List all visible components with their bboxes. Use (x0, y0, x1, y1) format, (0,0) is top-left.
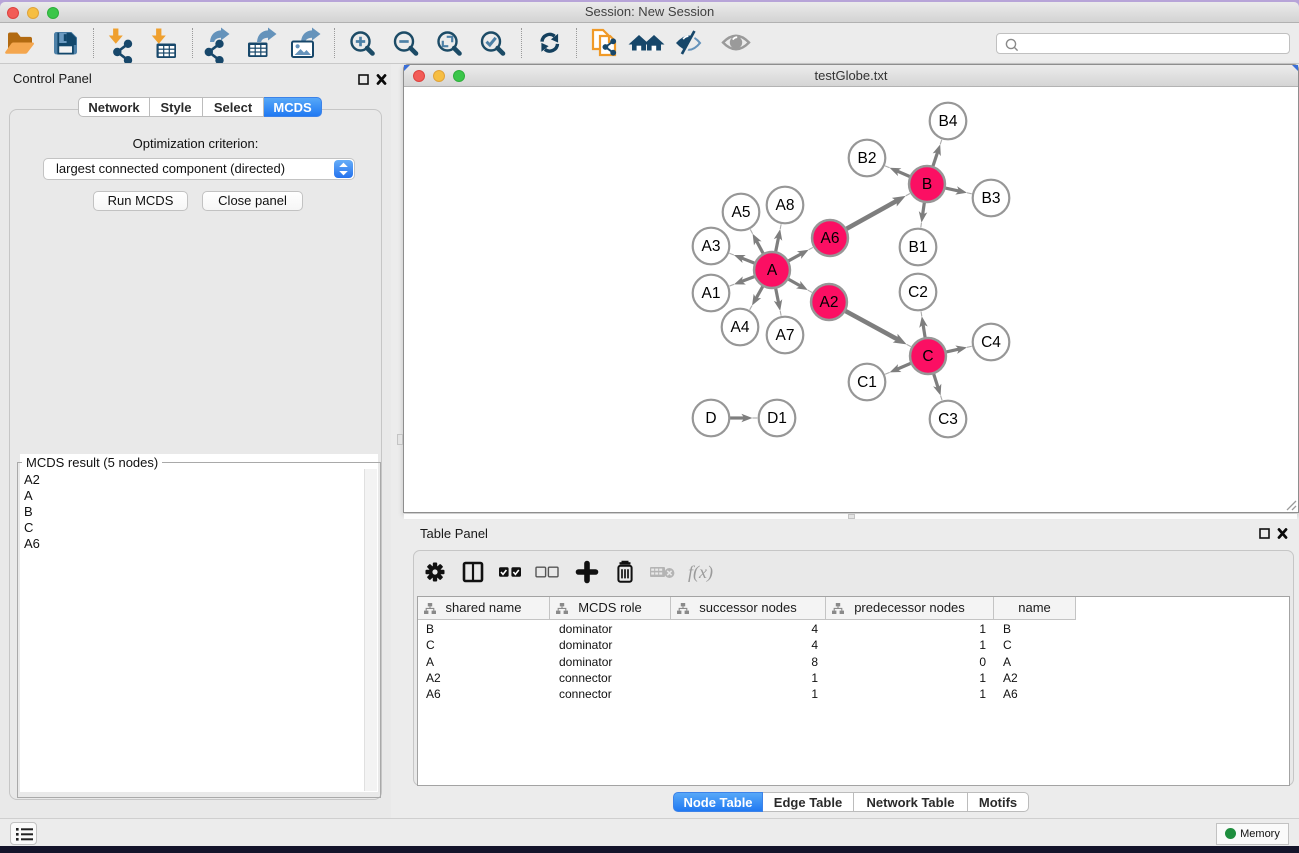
svg-text:C3: C3 (938, 411, 958, 428)
svg-text:C2: C2 (908, 284, 928, 301)
svg-text:A3: A3 (702, 238, 721, 255)
svg-text:C4: C4 (981, 334, 1001, 351)
svg-text:A: A (767, 262, 778, 279)
svg-text:B2: B2 (858, 150, 877, 167)
svg-text:B1: B1 (909, 239, 928, 256)
svg-text:D1: D1 (767, 410, 787, 427)
svg-text:B4: B4 (939, 113, 958, 130)
svg-text:B: B (922, 176, 932, 193)
svg-text:B3: B3 (982, 190, 1001, 207)
svg-text:A4: A4 (731, 319, 750, 336)
svg-text:C1: C1 (857, 374, 877, 391)
svg-text:D: D (705, 410, 716, 427)
svg-text:A2: A2 (820, 294, 839, 311)
svg-text:A1: A1 (702, 285, 721, 302)
svg-text:A8: A8 (776, 197, 795, 214)
svg-text:A7: A7 (776, 327, 795, 344)
svg-text:A6: A6 (821, 230, 840, 247)
svg-text:f(x): f(x) (688, 562, 713, 583)
svg-text:A5: A5 (732, 204, 751, 221)
svg-text:C: C (922, 348, 933, 365)
